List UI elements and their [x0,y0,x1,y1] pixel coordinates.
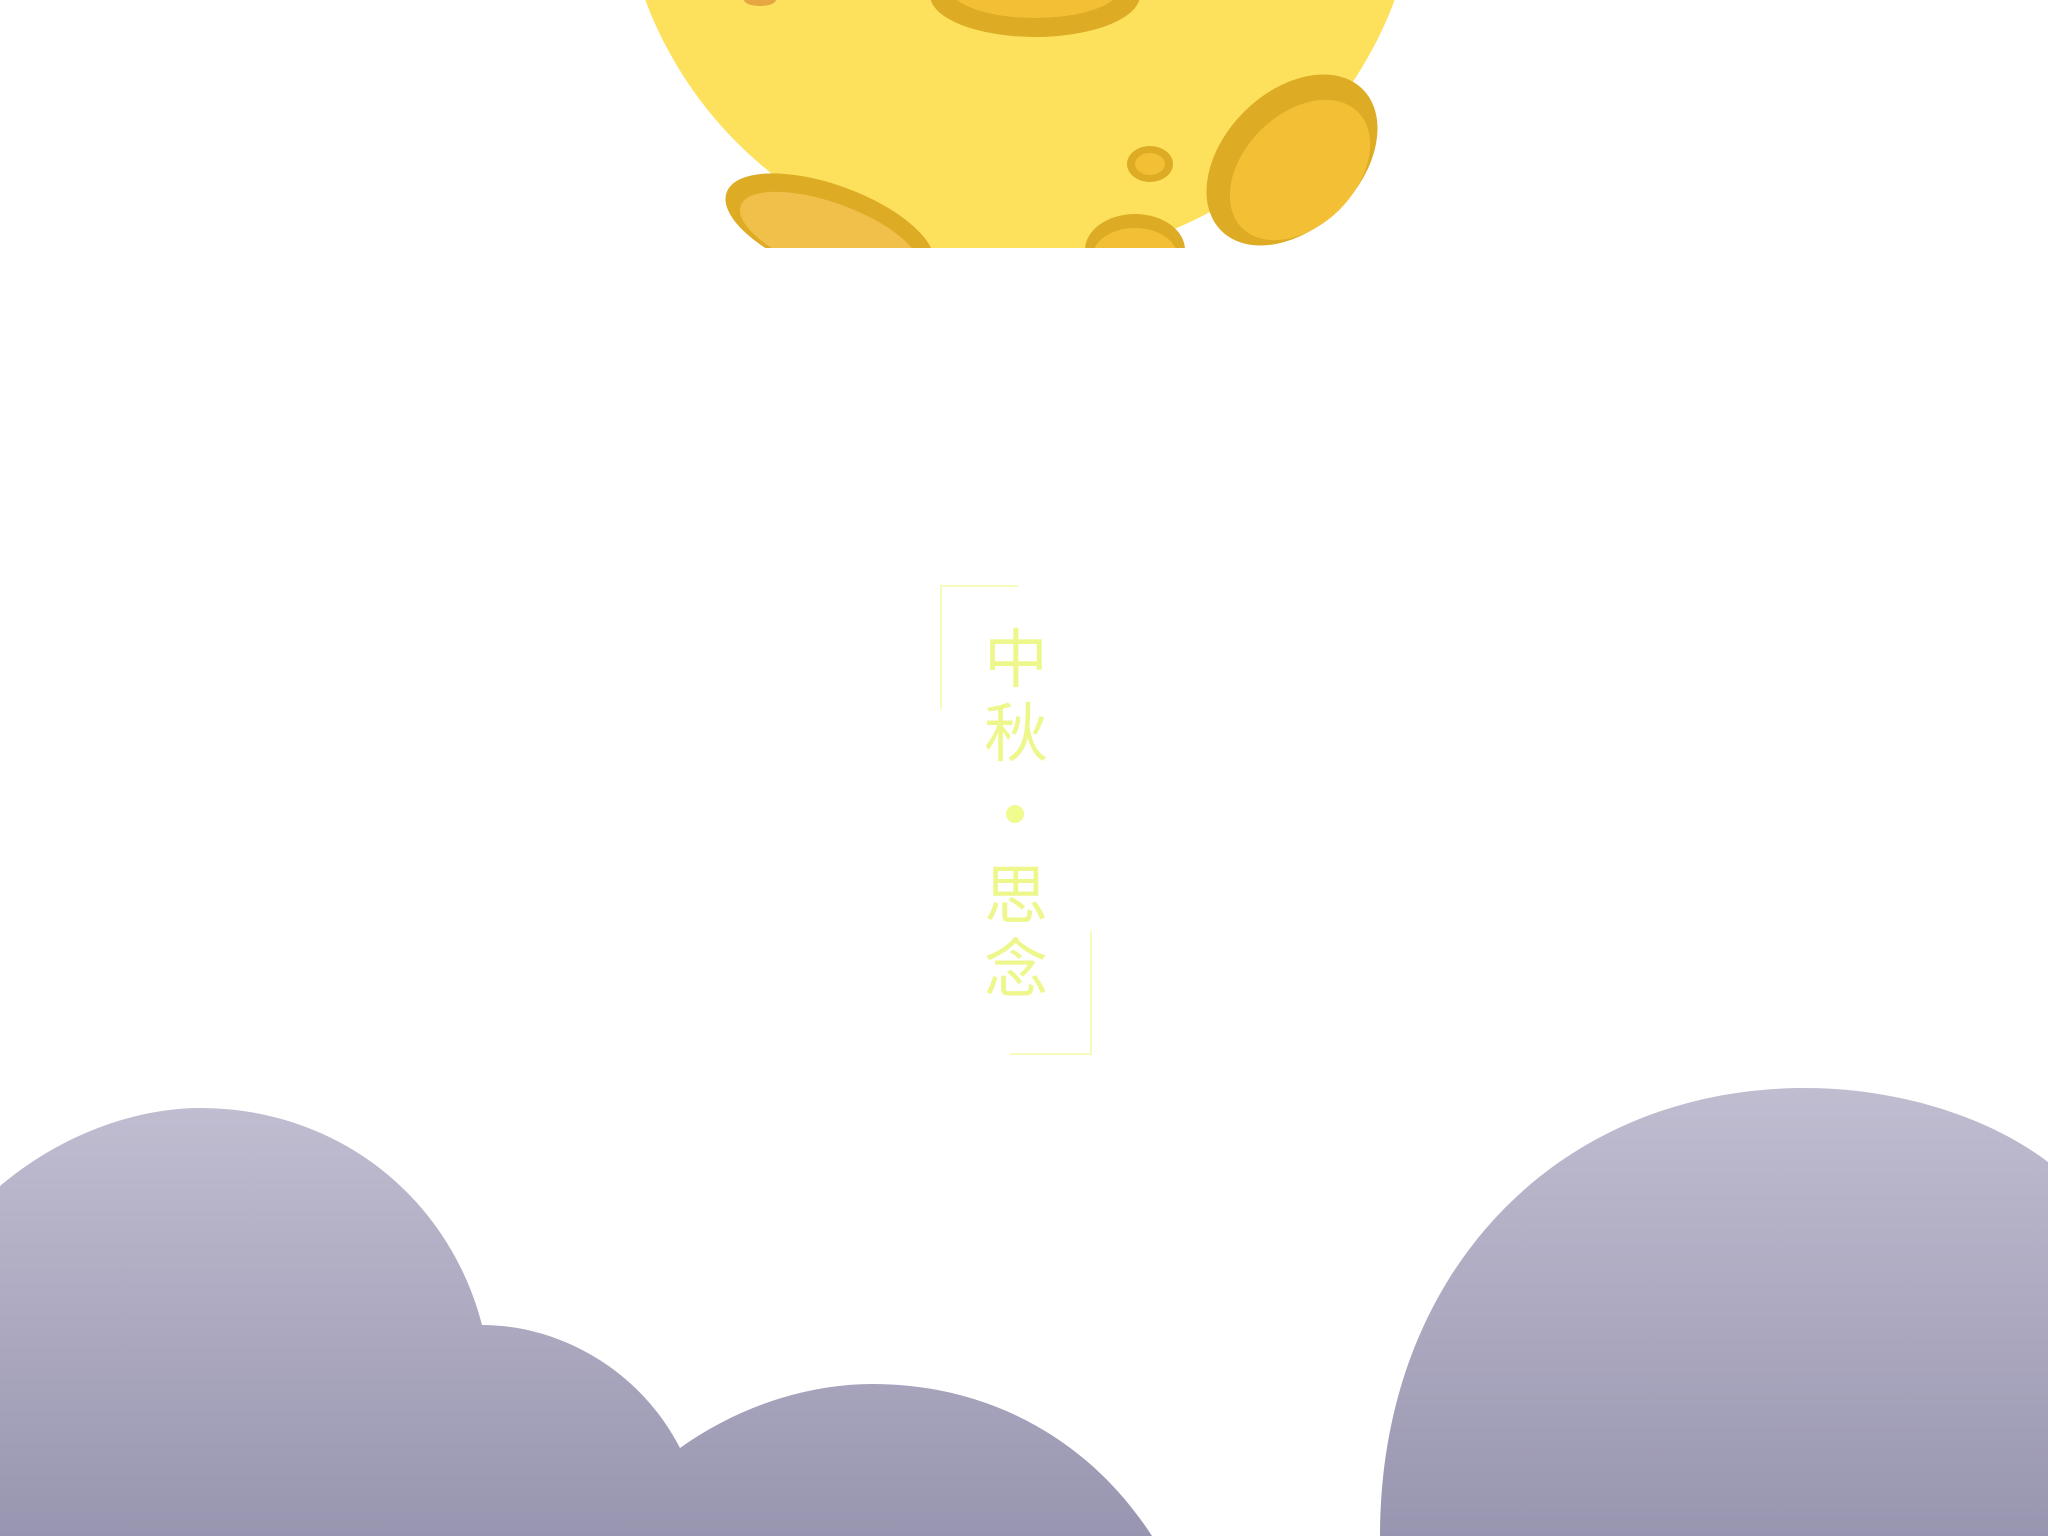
moon-icon [645,0,1395,248]
title-char-zhong: 中 [984,624,1048,698]
cloud-right [1380,1088,2048,1536]
vertical-title: 中 秋 思 念 [976,625,1056,1009]
dot-icon [1006,805,1024,823]
title-char-nian: 念 [984,934,1048,1008]
title-frame: 中 秋 思 念 [936,585,1096,1055]
title-separator [976,773,1056,861]
mid-autumn-card: 中 秋 思 念 [0,0,2048,1536]
title-char-si: 思 [984,860,1048,934]
cloud-left [0,1108,1152,1536]
title-char-qiu: 秋 [984,698,1048,772]
